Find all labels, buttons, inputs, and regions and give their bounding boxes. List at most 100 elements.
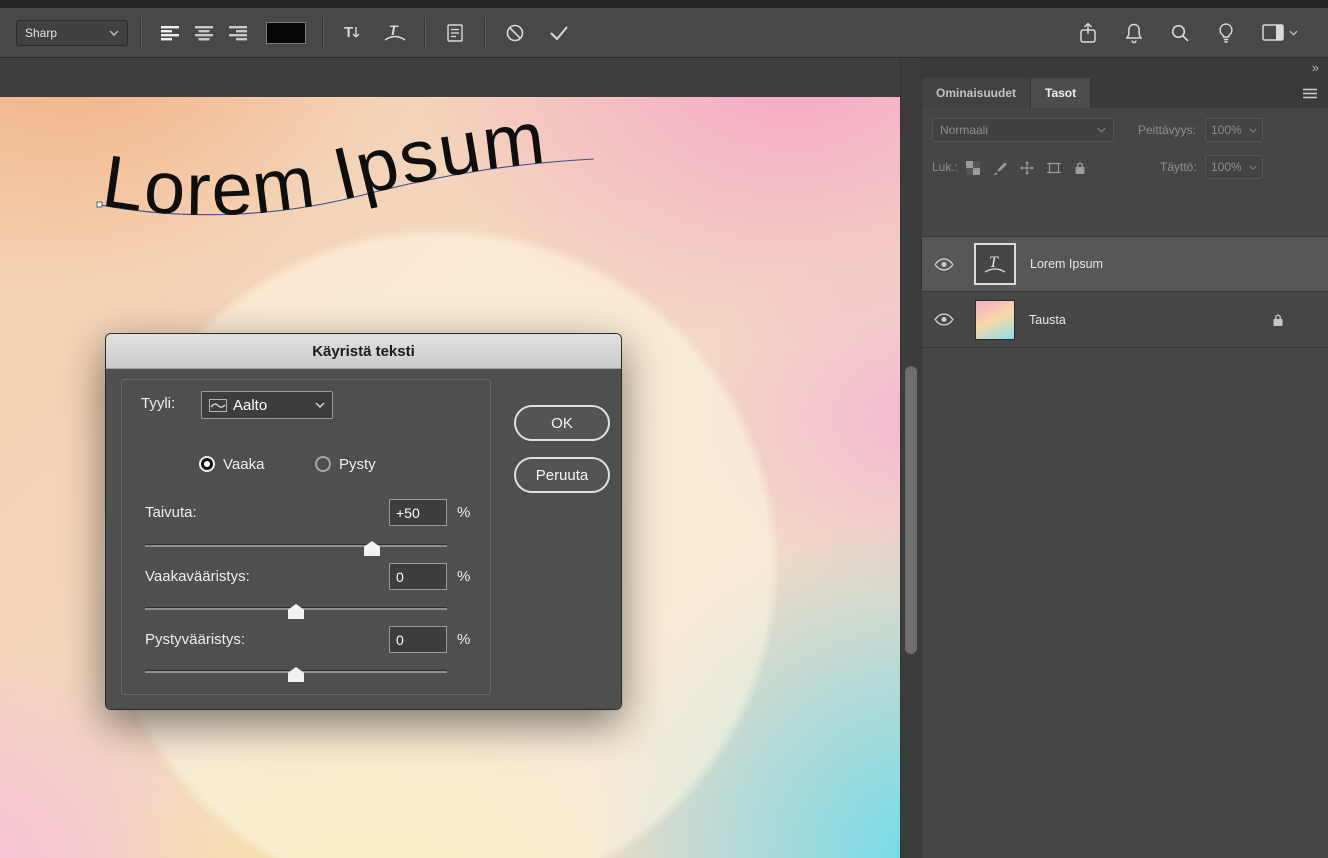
toggle-panels-button[interactable]: [438, 18, 472, 48]
lock-artboard-button[interactable]: [1047, 161, 1061, 175]
v-distort-input[interactable]: [389, 626, 447, 653]
artboard-icon: [1047, 161, 1061, 175]
dialog-title: Käyristä teksti: [106, 334, 621, 369]
toolbar-separator: [140, 18, 142, 48]
warp-style-value: Aalto: [233, 397, 267, 414]
discover-button[interactable]: [1216, 22, 1236, 44]
text-layer-thumbnail[interactable]: T: [974, 243, 1016, 285]
window-title-strip: [0, 0, 1328, 8]
text-orientation-button[interactable]: T: [336, 18, 370, 48]
bend-unit: %: [457, 504, 470, 521]
radio-horizontal[interactable]: [199, 456, 215, 472]
panel-menu-button[interactable]: [1302, 88, 1318, 99]
lightbulb-icon: [1216, 22, 1236, 44]
toolbar-separator: [484, 18, 486, 48]
chevron-down-icon: [315, 402, 325, 408]
opacity-dropdown[interactable]: 100%: [1205, 118, 1263, 142]
warped-text-graphic: Lorem Ipsum: [88, 119, 618, 259]
v-distort-label: Pystyvääristys:: [145, 631, 245, 648]
layers-panel-content: Normaali Peittävyys: 100% Luk.:: [922, 108, 1328, 858]
cancel-button[interactable]: Peruuta: [514, 457, 610, 493]
cancel-edits-button[interactable]: [498, 18, 532, 48]
align-right-button[interactable]: [222, 18, 256, 48]
lock-transparency-button[interactable]: [966, 161, 980, 175]
warp-text-icon: T: [383, 22, 407, 44]
share-icon: [1078, 22, 1098, 44]
align-center-button[interactable]: [188, 18, 222, 48]
layer-visibility-toggle[interactable]: [922, 258, 966, 271]
options-bar: Sharp T: [0, 8, 1328, 58]
path-anchor-point[interactable]: [97, 202, 102, 207]
checkmark-icon: [549, 25, 569, 41]
text-color-swatch[interactable]: [266, 22, 306, 44]
chevron-down-icon: [1289, 30, 1298, 36]
bend-slider-track[interactable]: [145, 544, 447, 547]
warp-style-dropdown[interactable]: Aalto: [201, 391, 333, 419]
align-right-icon: [228, 25, 250, 41]
eye-icon: [934, 258, 954, 271]
search-button[interactable]: [1170, 23, 1190, 43]
lock-label: Luk.:: [932, 160, 958, 174]
wave-style-icon: [209, 399, 227, 412]
eye-icon: [934, 313, 954, 326]
tab-tasot[interactable]: Tasot: [1031, 78, 1091, 108]
toolbar-right-group: [1078, 22, 1312, 44]
tab-ominaisuudet[interactable]: Ominaisuudet: [922, 78, 1031, 108]
layer-name[interactable]: Lorem Ipsum: [1030, 257, 1103, 271]
brush-icon: [993, 161, 1007, 175]
radio-horizontal-label[interactable]: Vaaka: [223, 456, 264, 473]
layers-panel: » Ominaisuudet Tasot Normaali: [922, 58, 1328, 858]
h-distort-input[interactable]: [389, 563, 447, 590]
svg-text:T: T: [344, 24, 353, 41]
blend-mode-dropdown[interactable]: Normaali: [932, 118, 1114, 142]
opacity-label: Peittävyys:: [1138, 123, 1196, 137]
chevron-down-icon: [1249, 128, 1257, 133]
vertical-scrollbar[interactable]: [900, 58, 922, 858]
layers-list: T Lorem Ipsum: [922, 236, 1328, 348]
align-center-icon: [194, 25, 216, 41]
v-distort-unit: %: [457, 631, 470, 648]
layer-name[interactable]: Tausta: [1029, 313, 1066, 327]
background-layer-thumbnail[interactable]: [975, 300, 1015, 340]
layer-visibility-toggle[interactable]: [922, 313, 966, 326]
notifications-button[interactable]: [1124, 22, 1144, 44]
layer-row-tausta[interactable]: Tausta: [922, 292, 1328, 348]
commit-edits-button[interactable]: [542, 18, 576, 48]
panel-toggle-button[interactable]: [1262, 24, 1298, 41]
style-label: Tyyli:: [141, 395, 175, 412]
panel-tabs: Ominaisuudet Tasot: [922, 78, 1328, 108]
bell-icon: [1124, 22, 1144, 44]
align-left-button[interactable]: [154, 18, 188, 48]
layer-row-lorem-ipsum[interactable]: T Lorem Ipsum: [922, 236, 1328, 292]
ok-button[interactable]: OK: [514, 405, 610, 441]
hamburger-menu-icon: [1302, 88, 1318, 99]
lock-pixels-button[interactable]: [993, 161, 1007, 175]
lock-position-button[interactable]: [1020, 161, 1034, 175]
bend-label: Taivuta:: [145, 504, 197, 521]
toolbar-separator: [322, 18, 324, 48]
warp-text-dialog: Käyristä teksti Tyyli: Aalto Vaaka Pysty…: [105, 333, 622, 710]
fill-label: Täyttö:: [1160, 160, 1197, 174]
fill-dropdown[interactable]: 100%: [1205, 155, 1263, 179]
lock-options: [966, 158, 1086, 178]
h-distort-unit: %: [457, 568, 470, 585]
text-orientation-icon: T: [341, 22, 365, 44]
lock-all-button[interactable]: [1074, 161, 1086, 175]
bend-input[interactable]: [389, 499, 447, 526]
anti-alias-dropdown[interactable]: Sharp: [16, 20, 128, 46]
search-icon: [1170, 23, 1190, 43]
chevron-down-icon: [1249, 165, 1257, 170]
svg-text:T: T: [389, 22, 399, 38]
panel-toggle-icon: [1262, 24, 1284, 41]
radio-vertical[interactable]: [315, 456, 331, 472]
share-button[interactable]: [1078, 22, 1098, 44]
radio-vertical-label[interactable]: Pysty: [339, 456, 376, 473]
opacity-value: 100%: [1211, 123, 1242, 137]
dialog-body: Tyyli: Aalto Vaaka Pysty Taivuta: % Vaak…: [106, 369, 621, 710]
chevron-down-icon: [109, 30, 119, 36]
lock-icon: [1272, 313, 1284, 327]
warp-text-button[interactable]: T: [378, 18, 412, 48]
move-arrows-icon: [1020, 161, 1034, 175]
scrollbar-thumb[interactable]: [905, 366, 917, 654]
collapse-panels-button[interactable]: »: [1312, 60, 1320, 75]
